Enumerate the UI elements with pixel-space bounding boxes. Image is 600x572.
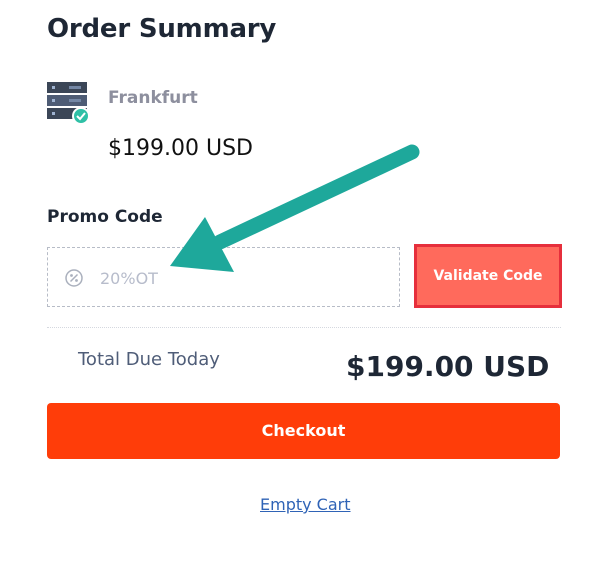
total-due-amount: $199.00 USD xyxy=(346,350,550,383)
empty-cart-link[interactable]: Empty Cart xyxy=(260,495,351,514)
promo-code-input[interactable] xyxy=(98,266,382,290)
checkout-button[interactable]: Checkout xyxy=(47,403,560,459)
order-summary-panel: Order Summary Frankfurt $199.00 USD Prom… xyxy=(0,0,600,572)
server-check-icon xyxy=(47,82,90,125)
promo-code-label: Promo Code xyxy=(47,207,163,227)
total-due-label: Total Due Today xyxy=(78,349,220,370)
validate-code-button[interactable]: Validate Code xyxy=(414,244,562,308)
product-name: Frankfurt xyxy=(108,88,198,108)
page-title: Order Summary xyxy=(47,14,277,44)
divider xyxy=(47,327,561,328)
product-price: $199.00 USD xyxy=(108,136,253,161)
promo-code-field[interactable] xyxy=(47,247,400,307)
ticket-icon xyxy=(64,268,84,288)
